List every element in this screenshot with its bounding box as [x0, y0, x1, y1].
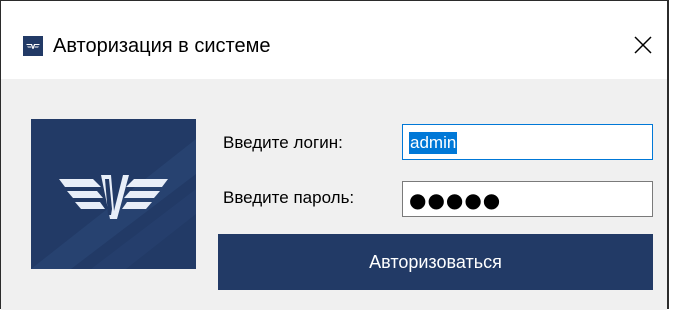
login-label: Введите логин: — [223, 133, 343, 152]
window-title: Авторизация в системе — [53, 35, 271, 57]
password-label: Введите пароль: — [223, 188, 355, 207]
title-bar: Авторизация в системе — [1, 1, 667, 79]
password-input[interactable]: ●●●●● — [402, 181, 653, 217]
close-button[interactable] — [627, 31, 657, 61]
login-button[interactable]: Авторизоваться — [218, 234, 653, 290]
password-mask: ●●●●● — [409, 188, 502, 212]
close-icon — [634, 36, 652, 54]
winged-logo-icon — [23, 36, 43, 56]
form-area: Введите логин: admin Введите пароль: ●●●… — [1, 79, 667, 310]
login-input[interactable]: admin — [402, 124, 653, 160]
auth-window: Авторизация в системе Введите логин: adm… — [0, 0, 669, 310]
login-input-value: admin — [409, 132, 458, 154]
brand-logo — [31, 119, 196, 269]
winged-logo-icon — [31, 139, 196, 269]
